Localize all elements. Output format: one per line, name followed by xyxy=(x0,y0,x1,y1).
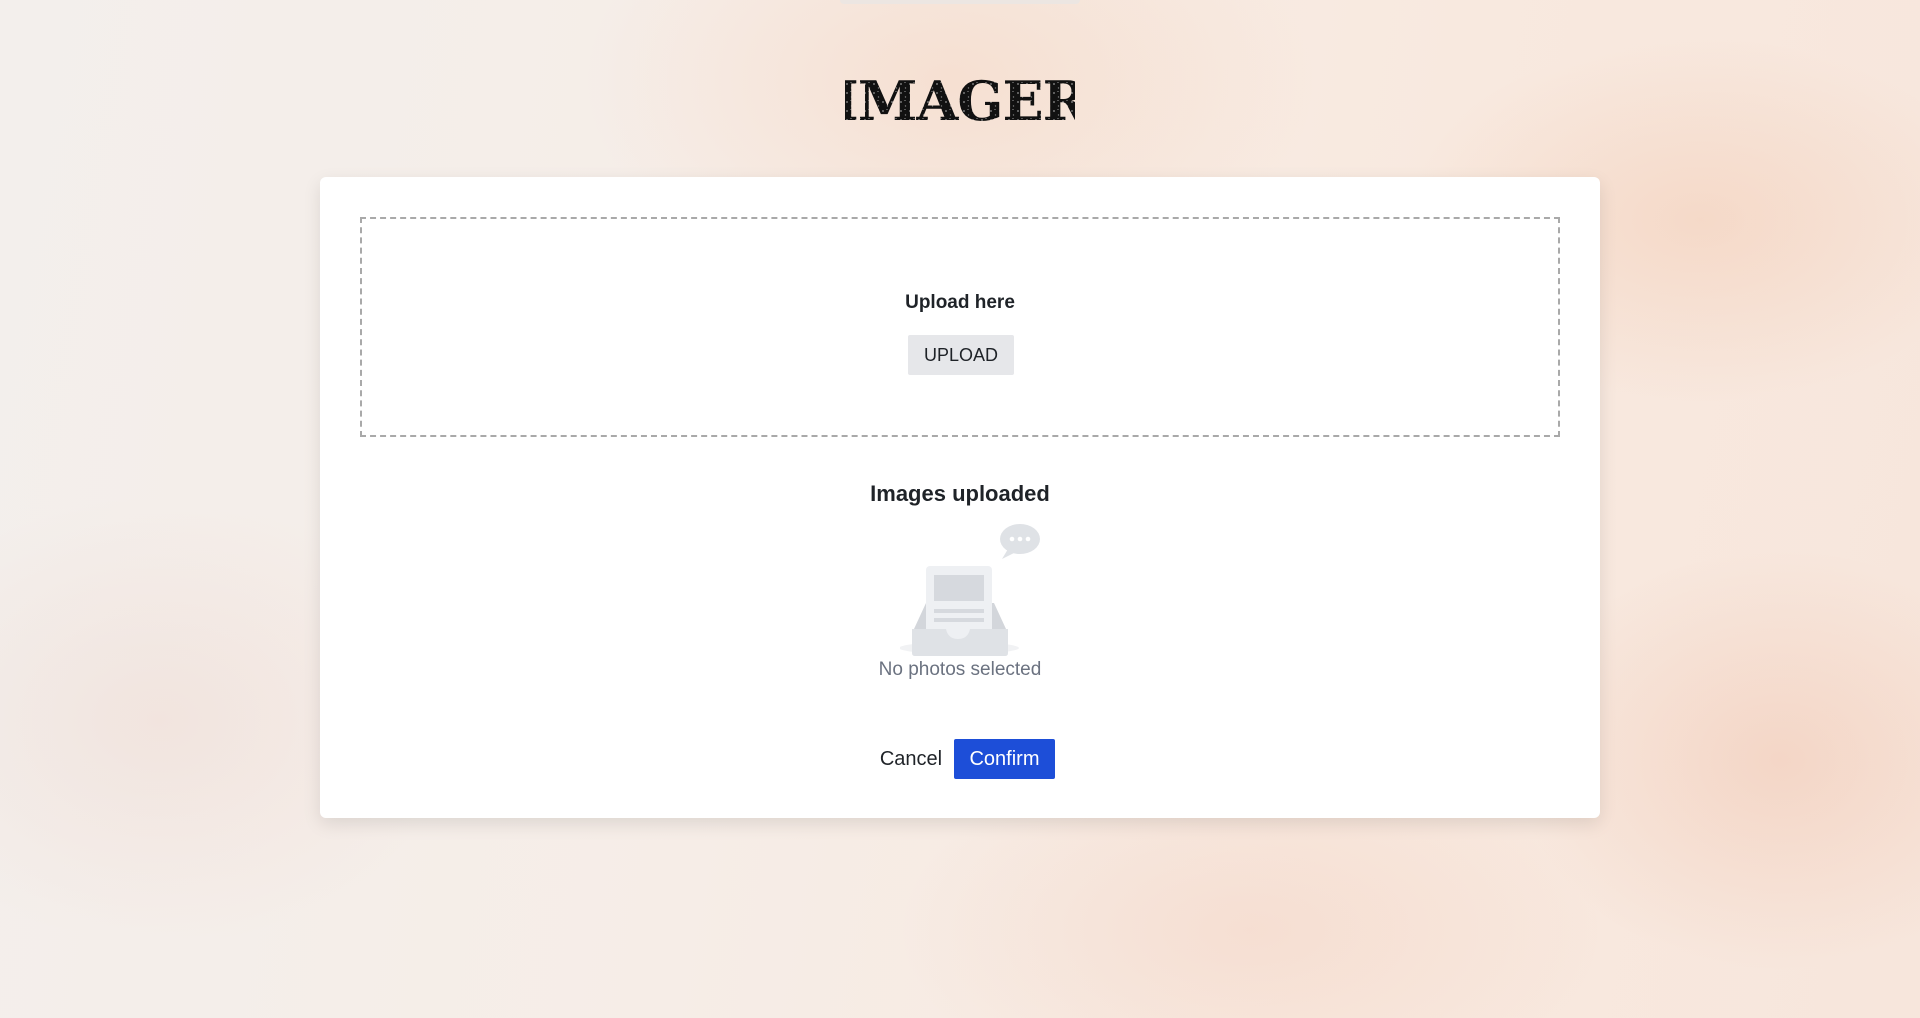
upload-dropzone[interactable]: Upload here UPLOAD xyxy=(360,217,1560,437)
empty-state-text: No photos selected xyxy=(878,659,1042,680)
cancel-button[interactable]: Cancel xyxy=(876,739,946,779)
dropzone-title: Upload here xyxy=(905,292,1015,313)
svg-text:IMAGER: IMAGER xyxy=(845,72,1075,128)
images-uploaded-title: Images uploaded xyxy=(870,481,1050,506)
upload-card: Upload here UPLOAD Images uploaded No ph… xyxy=(320,177,1600,818)
app-logo: IMAGER xyxy=(0,72,1920,133)
imager-logo: IMAGER xyxy=(845,72,1075,128)
empty-inbox-icon xyxy=(899,521,1040,662)
top-tab-decoration xyxy=(840,0,1080,4)
upload-button[interactable]: UPLOAD xyxy=(908,335,1014,375)
confirm-button[interactable]: Confirm xyxy=(954,739,1055,779)
